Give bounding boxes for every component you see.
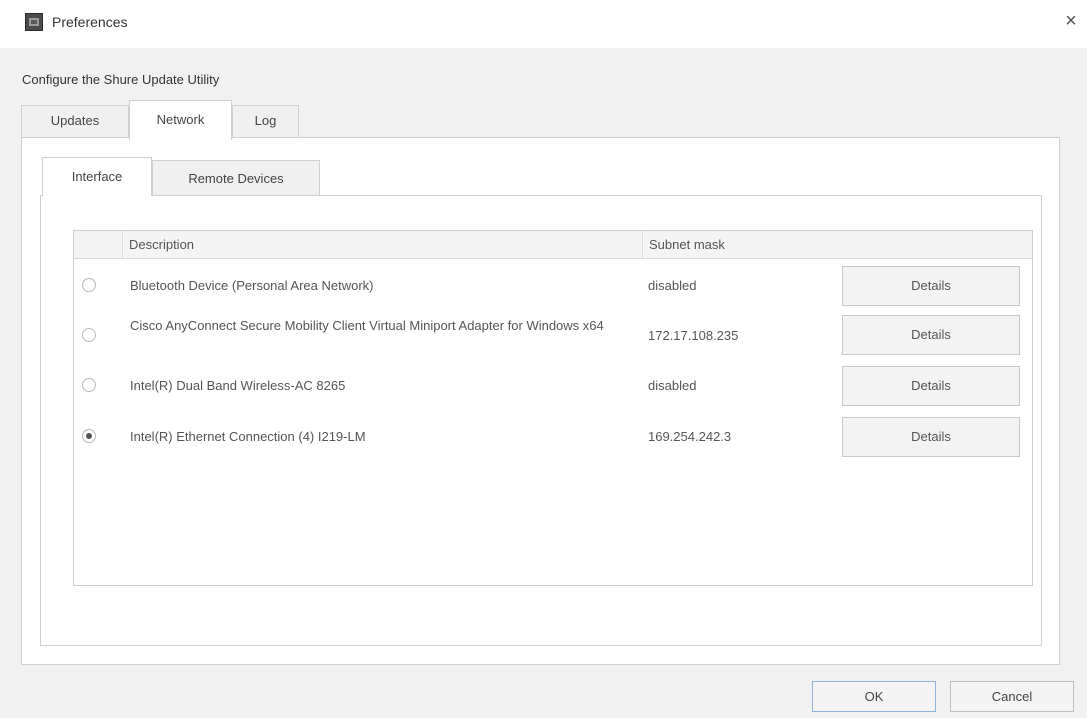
preferences-window: Preferences × Configure the Shure Update…	[0, 0, 1087, 718]
ok-button[interactable]: OK	[812, 681, 936, 712]
interface-list: Description Subnet mask Bluetooth Device…	[73, 230, 1033, 586]
details-button[interactable]: Details	[842, 315, 1020, 355]
dialog-description: Configure the Shure Update Utility	[22, 72, 220, 87]
row-description: Cisco AnyConnect Secure Mobility Client …	[130, 318, 604, 333]
column-header-description[interactable]: Description	[122, 231, 642, 258]
row-description: Intel(R) Ethernet Connection (4) I219-LM	[130, 429, 366, 444]
close-icon[interactable]: ×	[1058, 8, 1084, 34]
interface-tab-panel: Description Subnet mask Bluetooth Device…	[40, 195, 1042, 646]
row-description: Intel(R) Dual Band Wireless-AC 8265	[130, 378, 346, 393]
cancel-button[interactable]: Cancel	[950, 681, 1074, 712]
row-subnet-mask: 172.17.108.235	[648, 328, 739, 343]
table-row[interactable]: Cisco AnyConnect Secure Mobility Client …	[74, 311, 1032, 361]
list-header: Description Subnet mask	[74, 231, 1032, 259]
details-button[interactable]: Details	[842, 366, 1020, 406]
row-subnet-mask: 169.254.242.3	[648, 429, 732, 444]
tab-updates[interactable]: Updates	[21, 105, 129, 137]
network-tab-panel: Interface Remote Devices Description Sub…	[21, 137, 1060, 665]
details-button[interactable]: Details	[842, 417, 1020, 457]
row-radio[interactable]	[82, 378, 96, 392]
app-icon	[25, 13, 43, 31]
table-row[interactable]: Bluetooth Device (Personal Area Network)…	[74, 264, 1032, 308]
tab-log[interactable]: Log	[232, 105, 299, 137]
row-description: Bluetooth Device (Personal Area Network)	[130, 278, 374, 293]
tab-interface[interactable]: Interface	[42, 157, 152, 196]
row-radio[interactable]	[82, 278, 96, 292]
tab-remote-devices[interactable]: Remote Devices	[152, 160, 320, 195]
row-radio[interactable]	[82, 328, 96, 342]
column-header-subnet-mask[interactable]: Subnet mask	[642, 231, 1032, 258]
row-subnet-mask: disabled	[648, 378, 697, 393]
details-button[interactable]: Details	[842, 266, 1020, 306]
title-bar: Preferences ×	[0, 0, 1087, 48]
row-subnet-mask: disabled	[648, 278, 697, 293]
table-row[interactable]: Intel(R) Ethernet Connection (4) I219-LM…	[74, 413, 1032, 461]
table-row[interactable]: Intel(R) Dual Band Wireless-AC 8265 disa…	[74, 362, 1032, 410]
row-radio-selected[interactable]	[82, 429, 96, 443]
window-title: Preferences	[52, 14, 128, 30]
tab-network[interactable]: Network	[129, 100, 232, 140]
